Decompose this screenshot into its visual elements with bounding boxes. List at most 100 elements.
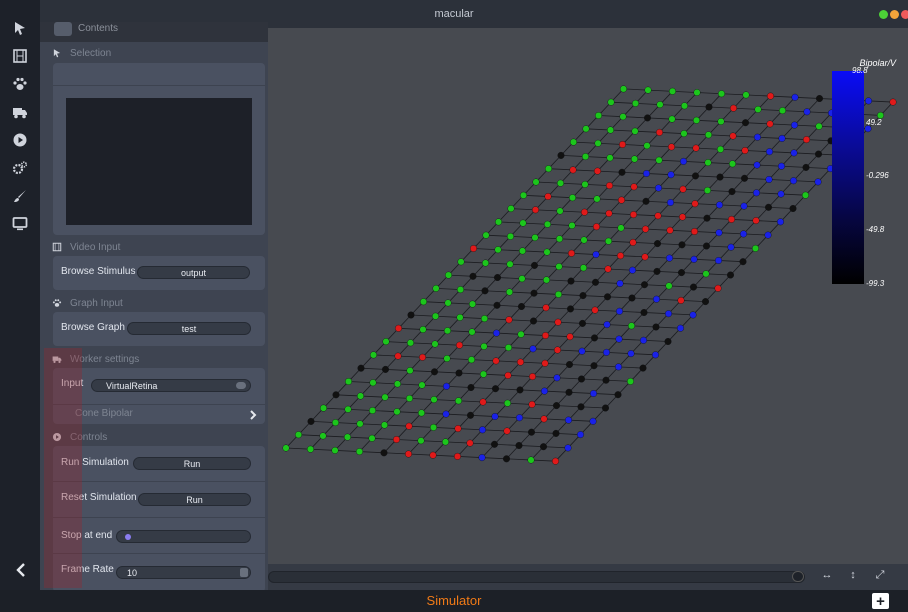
neuron-node[interactable]	[553, 402, 561, 410]
neuron-node[interactable]	[530, 317, 538, 325]
neuron-node[interactable]	[704, 159, 712, 167]
neuron-node[interactable]	[531, 234, 539, 242]
neuron-node[interactable]	[668, 115, 676, 123]
neuron-node[interactable]	[589, 417, 597, 425]
neuron-node[interactable]	[482, 231, 490, 239]
neuron-node[interactable]	[417, 409, 425, 417]
neuron-node[interactable]	[669, 87, 677, 95]
neuron-node[interactable]	[593, 195, 601, 203]
neuron-node[interactable]	[505, 316, 513, 324]
neuron-node[interactable]	[803, 136, 811, 144]
neuron-node[interactable]	[603, 321, 611, 329]
neuron-node[interactable]	[504, 344, 512, 352]
neuron-node[interactable]	[568, 221, 576, 229]
neuron-node[interactable]	[540, 415, 548, 423]
neuron-node[interactable]	[604, 293, 612, 301]
neuron-node[interactable]	[282, 444, 290, 452]
spinner-icon[interactable]	[240, 568, 248, 577]
neuron-node[interactable]	[602, 404, 610, 412]
neuron-node[interactable]	[632, 99, 640, 107]
neuron-node[interactable]	[505, 288, 513, 296]
neuron-node[interactable]	[777, 190, 785, 198]
neuron-node[interactable]	[429, 451, 437, 459]
minimize-dot[interactable]	[879, 10, 888, 19]
neuron-node[interactable]	[716, 173, 724, 181]
neuron-node[interactable]	[357, 364, 365, 372]
neuron-node[interactable]	[717, 145, 725, 153]
neuron-node[interactable]	[689, 311, 697, 319]
neuron-node[interactable]	[568, 249, 576, 257]
neuron-node[interactable]	[717, 117, 725, 125]
neuron-node[interactable]	[603, 348, 611, 356]
neuron-node[interactable]	[620, 85, 628, 93]
neuron-node[interactable]	[468, 328, 476, 336]
neuron-node[interactable]	[494, 246, 502, 254]
neuron-node[interactable]	[491, 413, 499, 421]
neuron-node[interactable]	[619, 140, 627, 148]
neuron-node[interactable]	[654, 212, 662, 220]
neuron-node[interactable]	[454, 425, 462, 433]
neuron-node[interactable]	[516, 358, 524, 366]
neuron-node[interactable]	[666, 226, 674, 234]
neuron-node[interactable]	[716, 201, 724, 209]
neuron-node[interactable]	[678, 269, 686, 277]
neuron-node[interactable]	[507, 205, 515, 213]
neuron-node[interactable]	[542, 332, 550, 340]
neuron-node[interactable]	[816, 94, 824, 102]
neuron-node[interactable]	[429, 423, 437, 431]
neuron-node[interactable]	[619, 113, 627, 121]
neuron-node[interactable]	[765, 175, 773, 183]
neuron-node[interactable]	[356, 420, 364, 428]
neuron-node[interactable]	[577, 431, 585, 439]
neuron-node[interactable]	[344, 405, 352, 413]
neuron-node[interactable]	[467, 384, 475, 392]
neuron-node[interactable]	[392, 436, 400, 444]
neuron-node[interactable]	[554, 318, 562, 326]
neuron-node[interactable]	[552, 457, 560, 465]
neuron-node[interactable]	[404, 450, 412, 458]
retina-mesh[interactable]	[268, 28, 908, 564]
neuron-node[interactable]	[393, 380, 401, 388]
neuron-node[interactable]	[557, 179, 565, 187]
neuron-node[interactable]	[730, 104, 738, 112]
neuron-node[interactable]	[580, 236, 588, 244]
neuron-node[interactable]	[729, 132, 737, 140]
neuron-node[interactable]	[567, 305, 575, 313]
neuron-node[interactable]	[727, 243, 735, 251]
neuron-node[interactable]	[742, 119, 750, 127]
fit-horizontal-icon[interactable]: ↔	[820, 568, 834, 582]
neuron-node[interactable]	[517, 330, 525, 338]
neuron-node[interactable]	[643, 169, 651, 177]
neuron-node[interactable]	[615, 363, 623, 371]
neuron-node[interactable]	[544, 220, 552, 228]
neuron-node[interactable]	[554, 346, 562, 354]
neuron-node[interactable]	[393, 408, 401, 416]
neuron-node[interactable]	[320, 404, 328, 412]
neuron-node[interactable]	[394, 352, 402, 360]
neuron-node[interactable]	[654, 240, 662, 248]
neuron-node[interactable]	[490, 440, 498, 448]
neuron-node[interactable]	[693, 89, 701, 97]
neuron-node[interactable]	[529, 373, 537, 381]
neuron-node[interactable]	[815, 150, 823, 158]
neuron-node[interactable]	[615, 335, 623, 343]
neuron-node[interactable]	[627, 377, 635, 385]
neuron-node[interactable]	[565, 388, 573, 396]
neuron-node[interactable]	[552, 429, 560, 437]
neuron-node[interactable]	[355, 448, 363, 456]
expand-icon[interactable]: ⤢	[873, 568, 887, 582]
neuron-node[interactable]	[493, 301, 501, 309]
neuron-node[interactable]	[506, 232, 514, 240]
neuron-node[interactable]	[344, 378, 352, 386]
neuron-node[interactable]	[767, 92, 775, 100]
neuron-node[interactable]	[579, 292, 587, 300]
neuron-node[interactable]	[703, 214, 711, 222]
browse-graph-button[interactable]: test	[127, 322, 251, 335]
neuron-node[interactable]	[453, 452, 461, 460]
neuron-node[interactable]	[541, 387, 549, 395]
neuron-node[interactable]	[656, 101, 664, 109]
neuron-node[interactable]	[865, 97, 873, 105]
neuron-node[interactable]	[605, 209, 613, 217]
neuron-node[interactable]	[444, 271, 452, 279]
neuron-node[interactable]	[307, 417, 315, 425]
